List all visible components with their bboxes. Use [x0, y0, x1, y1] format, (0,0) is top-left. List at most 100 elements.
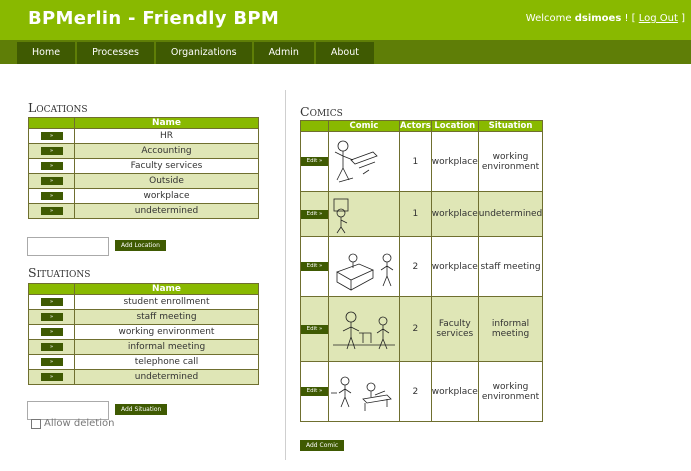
add-comic-button[interactable]: Add Comic [300, 440, 345, 451]
logout-bracket-open: ! [ [621, 13, 639, 24]
select-location-button[interactable]: » [40, 147, 63, 155]
locations-table: Name » HR » Accounting » Faculty services »… [28, 117, 259, 219]
comic-location: workplace [430, 131, 479, 192]
allow-deletion-row: Allow deletion [31, 418, 114, 429]
table-row: » workplace [28, 188, 259, 204]
nav-processes[interactable]: Processes [77, 42, 154, 64]
select-location-button[interactable]: » [40, 207, 63, 215]
comic-thumbnail[interactable] [328, 236, 400, 297]
nav-home[interactable]: Home [17, 42, 76, 64]
select-situation-button[interactable]: » [40, 328, 63, 336]
situations-title: Situations [28, 265, 91, 280]
comic-thumbnail[interactable] [328, 296, 400, 362]
column-divider [285, 90, 286, 460]
select-situation-button[interactable]: » [40, 343, 63, 351]
table-row: Edit » 2 Faculty services informal meeti… [300, 296, 544, 362]
add-location-button[interactable]: Add Location [115, 240, 166, 251]
comic-thumbnail[interactable] [328, 191, 400, 237]
select-location-button[interactable]: » [40, 132, 63, 140]
comic-actors: 2 [399, 361, 432, 422]
select-situation-button[interactable]: » [40, 358, 63, 366]
locations-name-header: Name [74, 117, 259, 129]
edit-comic-button[interactable]: Edit » [301, 324, 328, 334]
comics-edit-col-header [300, 120, 329, 132]
comic-situation: working environment [477, 131, 544, 192]
welcome-text: Welcome dsimoes ! [ Log Out ] [526, 13, 685, 24]
situation-name: staff meeting [74, 309, 259, 325]
comic-sketch-image [333, 198, 349, 234]
comic-sketch-image [334, 140, 378, 182]
situations-table: Name » student enrollment » staff meeting … [28, 283, 259, 385]
locations-title: Locations [28, 100, 88, 115]
select-location-button[interactable]: » [40, 162, 63, 170]
comic-thumbnail[interactable] [328, 361, 400, 422]
comic-location: workplace [430, 236, 479, 297]
comic-situation: working environment [477, 361, 544, 422]
comic-actors: 1 [399, 191, 432, 237]
table-row: Edit » 2 workplace staff meeting [300, 236, 544, 297]
username: dsimoes [574, 13, 622, 24]
comic-situation: staff meeting [477, 236, 544, 297]
location-name: Accounting [74, 143, 259, 159]
situation-name: telephone call [74, 354, 259, 370]
comics-situation-header: Situation [477, 120, 544, 132]
location-name: HR [74, 128, 259, 144]
edit-comic-button[interactable]: Edit » [301, 387, 328, 396]
nav-about[interactable]: About [315, 42, 374, 64]
table-row: Edit » 1 workplace working environment [300, 131, 544, 192]
table-row: » staff meeting [28, 309, 259, 325]
table-row: » Accounting [28, 143, 259, 159]
select-location-button[interactable]: » [40, 177, 63, 185]
edit-comic-button[interactable]: Edit » [301, 157, 328, 166]
location-name: Faculty services [74, 158, 259, 174]
table-row: » working environment [28, 324, 259, 340]
situation-name: working environment [74, 324, 259, 340]
comics-table: Comic Actors Location Situation Edit » 1… [300, 120, 544, 422]
allow-deletion-checkbox[interactable] [31, 418, 41, 429]
nav-admin[interactable]: Admin [253, 42, 314, 64]
comic-location: workplace [430, 361, 479, 422]
table-row: » HR [28, 128, 259, 144]
table-row: Edit » 2 workplace working environment [300, 361, 544, 422]
situation-name: undetermined [74, 369, 259, 385]
select-location-button[interactable]: » [40, 192, 63, 200]
edit-comic-button[interactable]: Edit » [301, 262, 328, 271]
situation-name: student enrollment [74, 294, 259, 310]
situations-name-header: Name [74, 283, 259, 295]
allow-deletion-label: Allow deletion [44, 418, 115, 429]
comic-actors: 2 [399, 296, 432, 362]
comic-location: Faculty services [430, 296, 479, 362]
comic-thumbnail[interactable] [328, 131, 400, 192]
table-row: » Faculty services [28, 158, 259, 174]
add-situation-button[interactable]: Add Situation [115, 404, 168, 415]
comic-sketch-image [336, 253, 394, 291]
comics-comic-header: Comic [328, 120, 400, 132]
main-nav: Home Processes Organizations Admin About [17, 42, 376, 64]
logout-link[interactable]: Log Out [639, 13, 678, 24]
welcome-prefix: Welcome [525, 13, 575, 24]
location-name: undetermined [74, 203, 259, 219]
table-row: » informal meeting [28, 339, 259, 355]
table-row: Edit » 1 workplace undetermined [300, 191, 544, 237]
comic-location: workplace [430, 191, 479, 237]
comic-actors: 2 [399, 236, 432, 297]
logout-bracket-close: ] [677, 13, 685, 24]
comics-actors-header: Actors [399, 120, 432, 132]
location-name: Outside [74, 173, 259, 189]
comics-location-header: Location [430, 120, 479, 132]
table-row: » undetermined [28, 203, 259, 219]
comic-actors: 1 [399, 131, 432, 192]
select-situation-button[interactable]: » [40, 373, 63, 381]
edit-comic-button[interactable]: Edit » [301, 209, 328, 219]
nav-organizations[interactable]: Organizations [155, 42, 252, 64]
locations-button-col-header [28, 117, 75, 129]
select-situation-button[interactable]: » [40, 298, 63, 306]
table-row: » Outside [28, 173, 259, 189]
select-situation-button[interactable]: » [40, 313, 63, 321]
comic-situation: informal meeting [477, 296, 544, 362]
comic-situation: undetermined [477, 191, 544, 237]
situation-name: informal meeting [74, 339, 259, 355]
location-name: workplace [74, 188, 259, 204]
comics-title: Comics [300, 104, 343, 119]
new-location-input[interactable] [27, 237, 109, 256]
